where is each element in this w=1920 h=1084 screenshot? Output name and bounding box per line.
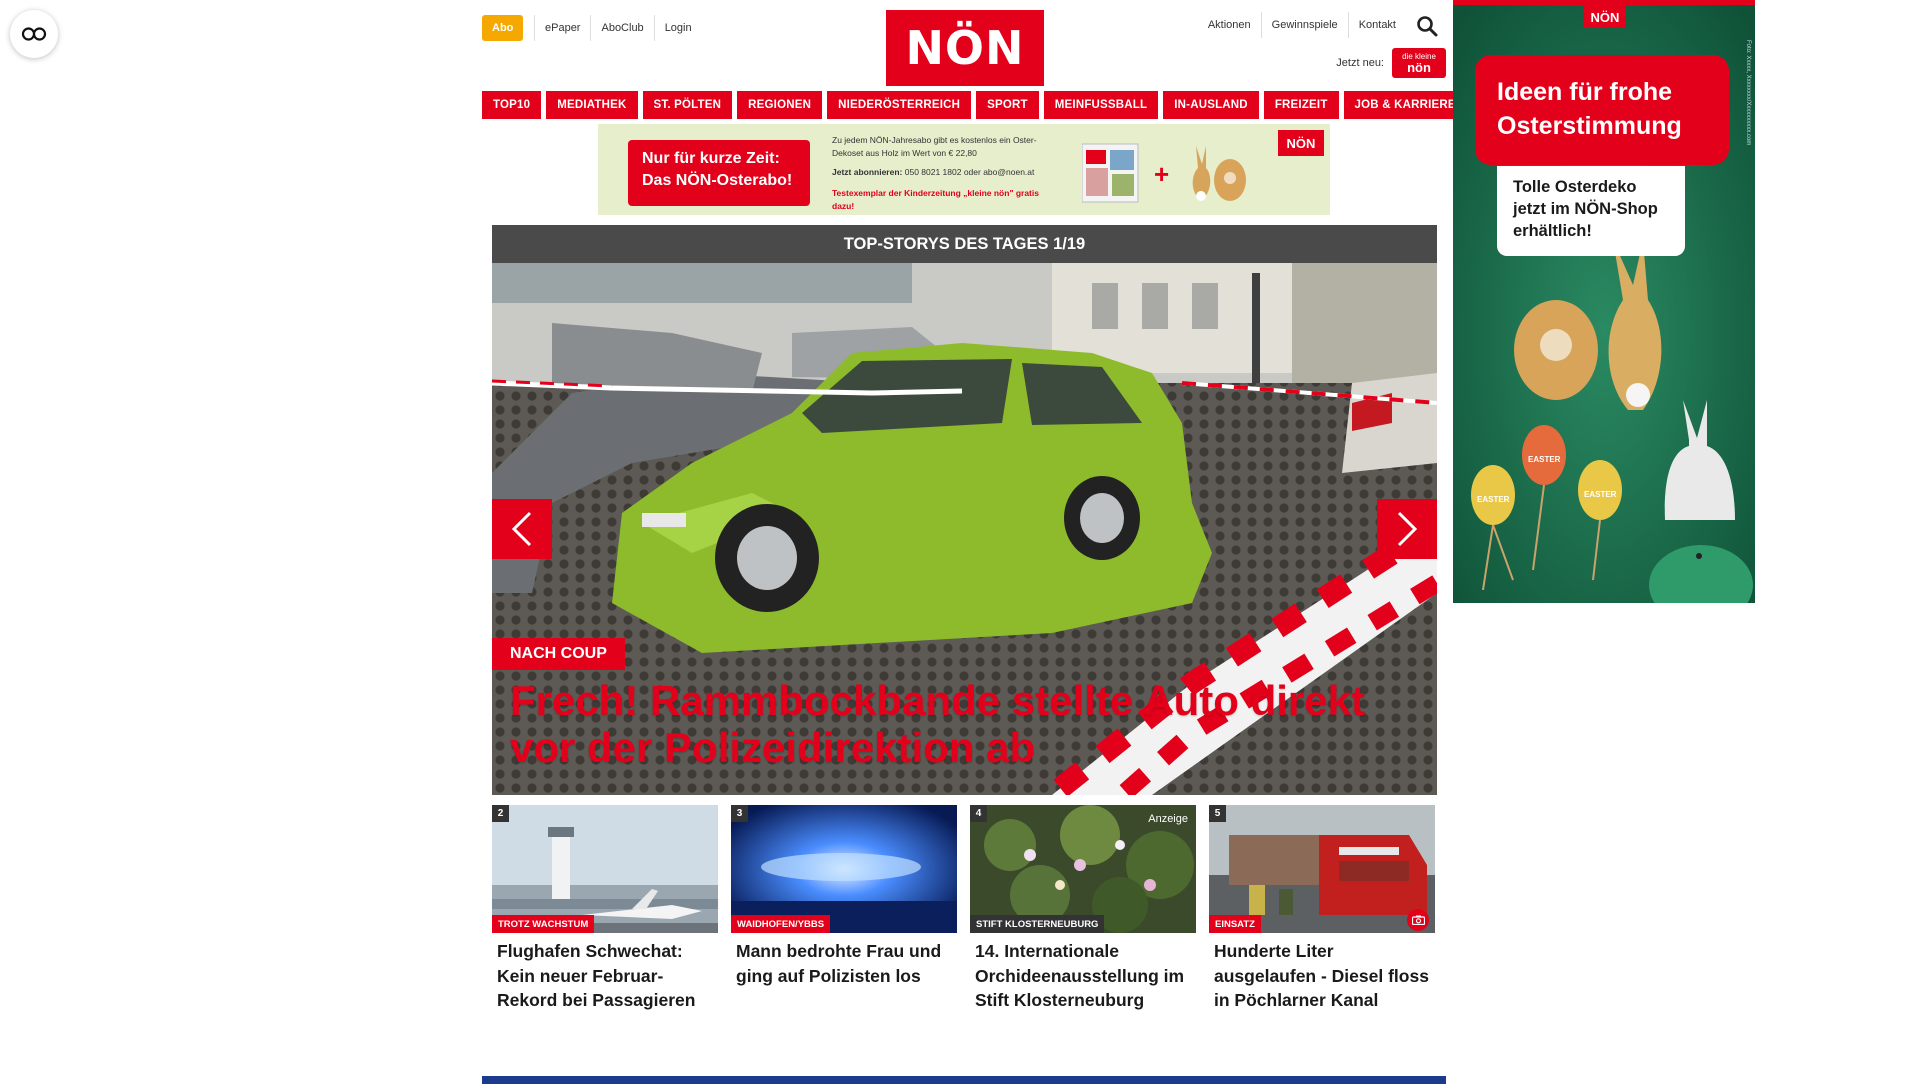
main-nav: TOP10 MEDIATHEK ST. PÖLTEN REGIONEN NIED… xyxy=(482,91,1467,119)
kleine-noen-badge[interactable]: die kleine nön xyxy=(1392,48,1446,78)
banner-text-contact: Jetzt abonnieren: 050 8021 1802 oder abo… xyxy=(832,166,1042,179)
top-stories-header: TOP-STORYS DES TAGES 1/19 xyxy=(492,225,1437,263)
story-teasers: 2 TROTZ WACHSTUM Flughafen Schwechat: Ke… xyxy=(492,805,1437,1013)
kleine-noen-badge-main: nön xyxy=(1407,59,1431,75)
sponsored-badge: Anzeige xyxy=(1148,813,1188,825)
abo-button[interactable]: Abo xyxy=(482,15,524,41)
story-teaser[interactable]: 2 TROTZ WACHSTUM Flughafen Schwechat: Ke… xyxy=(492,805,718,1013)
nav-item-job-karriere[interactable]: JOB & KARRIERE xyxy=(1343,91,1467,119)
story-teaser[interactable]: 4 Anzeige STIFT KLOSTERNEUBURG 14. Inter… xyxy=(970,805,1196,1013)
police-light-image xyxy=(731,805,957,933)
nav-item-regionen[interactable]: REGIONEN xyxy=(737,91,823,119)
hero-story-title[interactable]: Frech! Rammbockbande stellte Auto direkt… xyxy=(510,677,1430,771)
banner-headline-line-1: Nur für kurze Zeit: xyxy=(642,150,780,167)
aktionen-link[interactable]: Aktionen xyxy=(1198,12,1261,38)
teaser-category: EINSATZ xyxy=(1209,915,1261,933)
site-header: Abo ePaper AboClub Login NÖN Aktionen Ge… xyxy=(482,10,1446,86)
banner-headline: Nur für kurze Zeit: Das NÖN-Osterabo! xyxy=(628,140,810,206)
banner-plus: + xyxy=(1154,159,1169,189)
accessibility-button[interactable] xyxy=(10,10,58,58)
story-teaser[interactable]: 3 WAIDHOFEN/YBBS Mann bedrohte Frau und … xyxy=(731,805,957,1013)
gewinnspiele-link[interactable]: Gewinnspiele xyxy=(1260,12,1348,38)
story-teaser[interactable]: 5 EINSATZ Hunderte Liter ausgelaufen - D… xyxy=(1209,805,1435,1013)
banner-text-kids: Testexemplar der Kinderzeitung „kleine n… xyxy=(832,188,1039,211)
teaser-number: 5 xyxy=(1209,805,1226,822)
teaser-image: 4 Anzeige STIFT KLOSTERNEUBURG xyxy=(970,805,1196,933)
search-icon[interactable] xyxy=(1416,15,1438,37)
airport-tower-image xyxy=(492,805,718,933)
side-ad-subline: Tolle Osterdeko jetzt im NÖN-Shop erhält… xyxy=(1497,166,1685,256)
nav-item-freizeit[interactable]: FREIZEIT xyxy=(1263,91,1339,119)
teaser-number: 4 xyxy=(970,805,987,822)
teaser-number: 3 xyxy=(731,805,748,822)
banner-text: Zu jedem NÖN-Jahresabo gibt es kostenlos… xyxy=(832,134,1042,213)
banner-product-images: + xyxy=(1082,143,1246,203)
banner-text-contact-value: 050 8021 1802 oder abo@noen.at xyxy=(902,167,1035,177)
teaser-title[interactable]: 14. Internationale Orchideenausstellung … xyxy=(970,933,1196,1013)
teaser-number: 2 xyxy=(492,805,509,822)
teaser-image: 2 TROTZ WACHSTUM xyxy=(492,805,718,933)
next-story-button[interactable] xyxy=(1377,499,1437,559)
side-ad-photo-credit: Foto: Xxxxx, Xxxxxxxx/Xxxxxxxxxx.com xyxy=(1745,40,1751,146)
chevron-right-icon xyxy=(1397,511,1418,547)
gallery-badge xyxy=(1407,909,1429,931)
banner-noen-logo: NÖN xyxy=(1278,130,1324,156)
noen-logo[interactable]: NÖN xyxy=(886,10,1044,86)
nav-item-top10[interactable]: TOP10 xyxy=(482,91,542,119)
teaser-category: TROTZ WACHSTUM xyxy=(492,915,595,933)
aboclub-link[interactable]: AboClub xyxy=(590,15,653,41)
nav-item-st-poelten[interactable]: ST. PÖLTEN xyxy=(642,91,733,119)
previous-story-button[interactable] xyxy=(492,499,552,559)
epaper-link[interactable]: ePaper xyxy=(534,15,590,41)
osterabo-banner-ad[interactable]: Nur für kurze Zeit: Das NÖN-Osterabo! Zu… xyxy=(598,124,1330,215)
nav-item-in-ausland[interactable]: IN-AUSLAND xyxy=(1163,91,1259,119)
bottom-section-bar xyxy=(482,1076,1446,1084)
chevron-left-icon xyxy=(511,511,532,547)
teaser-category: WAIDHOFEN/YBBS xyxy=(731,915,831,933)
teaser-title[interactable]: Flughafen Schwechat: Kein neuer Februar-… xyxy=(492,933,718,1013)
top-links-left: ePaper AboClub Login xyxy=(534,15,702,41)
teaser-category: STIFT KLOSTERNEUBURG xyxy=(970,915,1105,933)
nav-item-meinfussball[interactable]: MEINFUSSBALL xyxy=(1043,91,1159,119)
teaser-image: 5 EINSATZ xyxy=(1209,805,1435,933)
teaser-title[interactable]: Mann bedrohte Frau und ging auf Polizist… xyxy=(731,933,957,988)
teaser-image: 3 WAIDHOFEN/YBBS xyxy=(731,805,957,933)
side-ad-headline: Ideen für frohe Osterstimmung xyxy=(1475,55,1729,165)
nav-item-mediathek[interactable]: MEDIATHEK xyxy=(546,91,638,119)
nav-item-niederoesterreich[interactable]: NIEDERÖSTERREICH xyxy=(827,91,972,119)
side-ad-noen-logo: NÖN xyxy=(1584,6,1626,28)
banner-text-contact-label: Jetzt abonnieren: xyxy=(832,167,903,177)
glasses-icon xyxy=(21,27,47,41)
login-link[interactable]: Login xyxy=(653,15,702,41)
kontakt-link[interactable]: Kontakt xyxy=(1347,12,1406,38)
banner-headline-line-2: Das NÖN-Osterabo! xyxy=(642,172,793,189)
egg-2-label: EASTER xyxy=(1528,455,1561,464)
jetzt-neu-label: Jetzt neu: xyxy=(1336,57,1384,69)
top-links-right: Aktionen Gewinnspiele Kontakt xyxy=(1198,12,1406,38)
fire-truck-image xyxy=(1209,805,1435,933)
camera-icon xyxy=(1411,915,1425,925)
teaser-title[interactable]: Hunderte Liter ausgelaufen - Diesel flos… xyxy=(1209,933,1435,1013)
jetzt-neu: Jetzt neu: die kleine nön xyxy=(1336,48,1446,78)
easter-side-ad[interactable]: EASTER EASTER EASTER NÖN Ideen für frohe… xyxy=(1453,0,1755,603)
nav-item-sport[interactable]: SPORT xyxy=(976,91,1039,119)
egg-3-label: EASTER xyxy=(1584,490,1617,499)
hero-story[interactable]: NACH COUP Frech! Rammbockbande stellte A… xyxy=(492,263,1437,795)
hero-story-tag: NACH COUP xyxy=(492,638,625,670)
banner-text-offer: Zu jedem NÖN-Jahresabo gibt es kostenlos… xyxy=(832,135,1037,158)
egg-1-label: EASTER xyxy=(1477,495,1510,504)
